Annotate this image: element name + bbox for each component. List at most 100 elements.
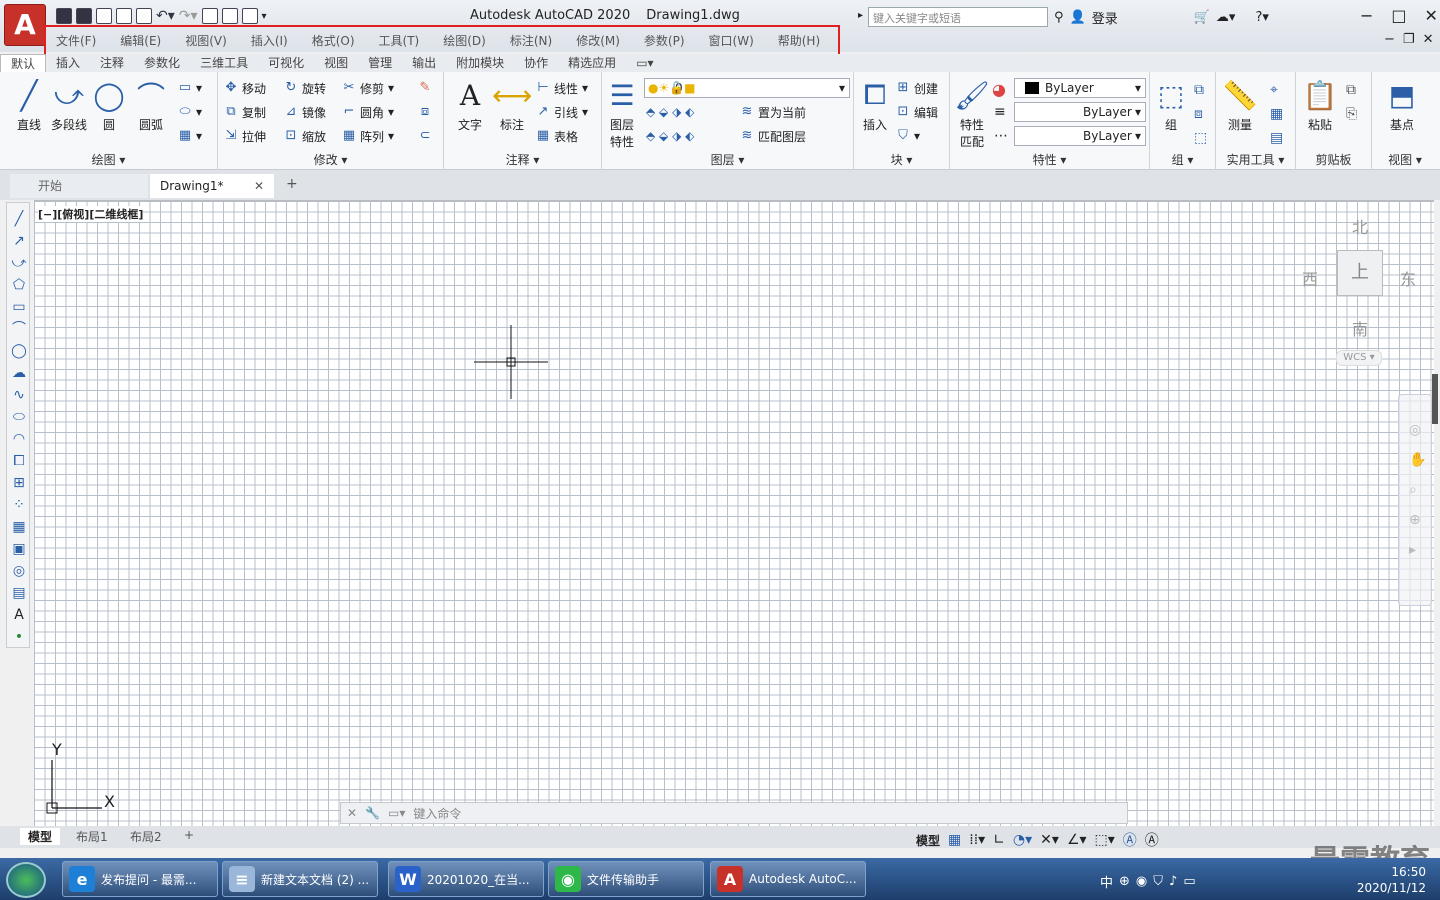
rotate-button[interactable]: ↻ 旋转: [284, 78, 326, 98]
viewcube-top-face[interactable]: 上: [1337, 250, 1383, 296]
group-tools-icons[interactable]: ⧉ ⧈ ⬚: [1194, 78, 1207, 150]
maximize-icon[interactable]: □: [1391, 6, 1406, 25]
redo-icon[interactable]: ↷▾: [179, 8, 198, 24]
table-tool-icon[interactable]: ▤: [11, 585, 27, 601]
lineweight-dropdown[interactable]: ByLayer ▾: [1014, 126, 1146, 146]
import-icon[interactable]: [116, 8, 132, 24]
layer-tools-row-1[interactable]: ⬘ ⬙ ⬗ ⬖: [646, 102, 694, 122]
snap-icon[interactable]: ⁞⁞▾: [969, 832, 985, 848]
wcs-menu[interactable]: WCS ▾: [1336, 350, 1382, 366]
command-close-icon[interactable]: ✕: [347, 806, 357, 820]
hatch-tool-icon[interactable]: ▦: [11, 519, 27, 535]
lineweight-icon[interactable]: ≡: [994, 104, 1006, 120]
tab-visualize[interactable]: 可视化: [258, 54, 314, 72]
tab-view[interactable]: 视图: [314, 54, 358, 72]
panel-view-title[interactable]: 视图 ▾: [1372, 151, 1438, 168]
copy-button[interactable]: ⧉ 复制: [224, 102, 266, 122]
tab-featured-apps[interactable]: 精选应用: [558, 54, 626, 72]
binoculars-icon[interactable]: ⚲: [1054, 10, 1064, 25]
command-settings-icon[interactable]: 🔧: [365, 806, 380, 820]
gradient-icon[interactable]: ▣: [11, 541, 27, 557]
panel-utilities-title[interactable]: 实用工具 ▾: [1216, 151, 1295, 168]
leader-button[interactable]: ↗ 引线 ▾: [536, 102, 589, 122]
cart-icon[interactable]: 🛒: [1194, 10, 1210, 25]
tab-close-icon[interactable]: ✕: [254, 174, 264, 198]
command-input[interactable]: 键入命令: [413, 805, 461, 822]
region-icon[interactable]: ◎: [11, 563, 27, 579]
selection-cycling-icon[interactable]: ⬚▾: [1095, 832, 1115, 848]
circle-tool-icon[interactable]: ◯: [11, 343, 27, 359]
panel-draw-title[interactable]: 绘图 ▾: [0, 151, 217, 168]
polygon-icon[interactable]: ⬠: [11, 277, 27, 293]
close-icon[interactable]: ✕: [1425, 6, 1438, 25]
panel-layers-title[interactable]: 图层 ▾: [602, 151, 853, 168]
tab-layout2[interactable]: 布局2: [122, 828, 170, 845]
grid-icon[interactable]: ▦: [948, 832, 961, 848]
doc-restore-icon[interactable]: ❐: [1403, 32, 1415, 47]
navigation-bar[interactable]: ◎ ✋ ⌕ ⊕ ▸: [1398, 394, 1432, 606]
volume-icon[interactable]: ♪: [1169, 874, 1177, 889]
arc-tool-icon[interactable]: ⌒: [11, 321, 27, 337]
match-properties-button[interactable]: 🖌 特性 匹配: [952, 78, 992, 150]
tab-model[interactable]: 模型: [20, 828, 61, 845]
tab-start[interactable]: 开始: [10, 174, 148, 198]
network-icon[interactable]: ⊕: [1119, 874, 1130, 889]
tab-manage[interactable]: 管理: [358, 54, 402, 72]
make-block-icon[interactable]: ⊞: [11, 475, 27, 491]
array-button[interactable]: ▦ 阵列 ▾: [342, 126, 394, 146]
offset-icon[interactable]: ⊂: [418, 126, 432, 146]
color-dropdown[interactable]: ByLayer ▾: [1014, 78, 1146, 98]
mtext-icon[interactable]: A: [11, 607, 27, 623]
trim-button[interactable]: ✂ 修剪 ▾: [342, 78, 395, 98]
layer-tools-row-2[interactable]: ⬘ ⬙ ⬗ ⬖: [646, 126, 694, 146]
start-button[interactable]: [6, 862, 46, 898]
undo-icon[interactable]: ↶▾: [156, 8, 175, 24]
search-input[interactable]: 键入关键字或短语: [868, 7, 1048, 27]
minimize-icon[interactable]: −: [1360, 6, 1373, 25]
ortho-icon[interactable]: ∟: [993, 832, 1005, 848]
fillet-button[interactable]: ⌐ 圆角 ▾: [342, 102, 395, 122]
hatch-icon[interactable]: ▦ ▾: [178, 126, 202, 146]
point-icon[interactable]: ⁘: [11, 497, 27, 513]
ime-icon[interactable]: 中: [1100, 872, 1113, 891]
tab-addins[interactable]: 附加模块: [446, 54, 514, 72]
insert-block-tool-icon[interactable]: ⧠: [11, 453, 27, 469]
annotation-scale-icon[interactable]: Ⓐ: [1145, 830, 1159, 850]
add-selected-icon[interactable]: •: [11, 629, 27, 645]
panel-properties-title[interactable]: 特性 ▾: [950, 151, 1149, 168]
tab-drawing1[interactable]: Drawing1* ✕: [150, 174, 274, 198]
stretch-button[interactable]: ⇲ 拉伸: [224, 126, 266, 146]
dimension-button[interactable]: ⟷ 标注: [492, 78, 532, 133]
color-wheel-icon[interactable]: ◕: [992, 80, 1006, 99]
viewcube[interactable]: 北 西 东 南 上 WCS ▾: [1300, 212, 1420, 372]
edit-block-button[interactable]: ⊡ 编辑: [896, 102, 938, 122]
user-icon[interactable]: 👤: [1070, 10, 1086, 25]
ellipse-icon[interactable]: ⬭ ▾: [178, 102, 202, 122]
application-menu-button[interactable]: A: [4, 4, 46, 46]
panel-block-title[interactable]: 块 ▾: [854, 151, 949, 168]
spline-icon[interactable]: ∿: [11, 387, 27, 403]
polyline-tool-icon[interactable]: ⤻: [11, 255, 27, 271]
drawing-canvas[interactable]: [34, 200, 1434, 826]
tab-insert[interactable]: 插入: [46, 54, 90, 72]
tab-parametric[interactable]: 参数化: [134, 54, 190, 72]
polyline-button[interactable]: ⤻ 多段线: [48, 78, 90, 133]
autodesk-a360-icon[interactable]: ☁▾: [1216, 10, 1236, 25]
rectangle-tool-icon[interactable]: ▭: [11, 299, 27, 315]
line-button[interactable]: ╱ 直线: [8, 78, 50, 133]
taskbar-item[interactable]: W 20201020_在当...: [388, 861, 544, 897]
panel-groups-title[interactable]: 组 ▾: [1150, 151, 1215, 168]
revision-cloud-icon[interactable]: ☁: [11, 365, 27, 381]
explode-icon[interactable]: ⧈: [418, 102, 432, 122]
panel-annotation-title[interactable]: 注释 ▾: [444, 151, 601, 168]
group-button[interactable]: ⬚ 组: [1152, 78, 1190, 133]
navigation-tools-icons[interactable]: ◎ ✋ ⌕ ⊕ ▸: [1409, 415, 1426, 565]
table-button[interactable]: ▦ 表格: [536, 126, 578, 146]
tab-3d-tools[interactable]: 三维工具: [190, 54, 258, 72]
monitor-icon[interactable]: ▭: [1183, 874, 1195, 889]
taskbar-item[interactable]: ≡ 新建文本文档 (2) ...: [222, 861, 378, 897]
polar-icon[interactable]: ◔▾: [1013, 832, 1032, 848]
clock[interactable]: 16:50 2020/11/12: [1357, 864, 1426, 896]
new-icon[interactable]: [96, 8, 112, 24]
isodraft-icon[interactable]: ∠▾: [1067, 832, 1087, 848]
